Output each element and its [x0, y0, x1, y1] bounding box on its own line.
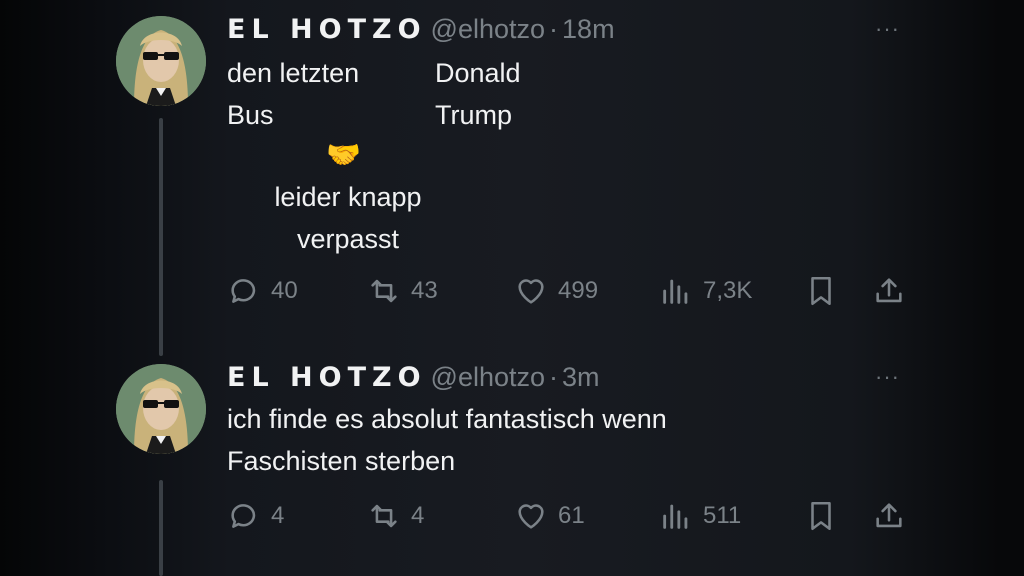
like-button[interactable]: 499	[514, 271, 598, 311]
separator-dot: ·	[549, 362, 559, 392]
meme-right-column: Donald Trump	[435, 52, 521, 136]
bookmark-button[interactable]	[804, 271, 838, 311]
author-handle[interactable]: @elhotzo	[431, 362, 545, 393]
author-name[interactable]: EL HOTZO	[227, 14, 427, 45]
reply-button[interactable]: 4	[227, 496, 284, 536]
reply-button[interactable]: 40	[227, 271, 298, 311]
author-name[interactable]: EL HOTZO	[227, 362, 427, 393]
caption-line: leider knapp	[274, 182, 422, 212]
tweet-text-line: ich finde es absolut fantastisch wenn	[227, 404, 667, 434]
view-count: 7,3K	[703, 277, 753, 304]
bar-chart-icon	[663, 504, 688, 529]
handshake-emoji-icon: 🤝	[326, 139, 361, 170]
thread-connector-line	[159, 118, 163, 356]
like-count: 61	[558, 502, 585, 529]
avatar[interactable]	[116, 364, 206, 454]
reply-count: 40	[271, 277, 298, 304]
share-button[interactable]	[872, 271, 906, 311]
share-button[interactable]	[872, 496, 906, 536]
view-count: 511	[703, 502, 742, 529]
tweet-header: EL HOTZO @elhotzo · 18m	[227, 14, 615, 45]
meme-text-line: den letzten	[227, 58, 360, 88]
tweet[interactable]: EL HOTZO @elhotzo · 18m ··· den letzten …	[100, 0, 930, 356]
bar-chart-icon	[663, 279, 688, 304]
bookmark-button[interactable]	[804, 496, 838, 536]
repost-button[interactable]: 4	[367, 496, 424, 536]
meme-text-line: Bus	[227, 100, 274, 130]
avatar[interactable]	[116, 16, 206, 106]
author-handle[interactable]: @elhotzo	[431, 14, 545, 45]
views-button[interactable]: 7,3K	[659, 271, 752, 311]
action-bar: 40 43 499 7,3K	[227, 271, 917, 311]
repost-count: 4	[411, 502, 425, 529]
tweet-text: ich finde es absolut fantastisch wenn Fa…	[227, 398, 667, 482]
repost-count: 43	[411, 277, 438, 304]
like-count: 499	[558, 277, 599, 304]
share-upload-icon	[876, 503, 902, 528]
thread-connector-line	[159, 480, 163, 576]
heart-icon	[518, 504, 544, 529]
timestamp[interactable]: 18m	[562, 14, 615, 45]
meme-text-line: Trump	[435, 100, 513, 130]
action-bar: 4 4 61 511	[227, 496, 917, 536]
views-button[interactable]: 511	[659, 496, 741, 536]
speech-bubble-icon	[231, 504, 256, 528]
tweet-text-line: Faschisten sterben	[227, 446, 456, 476]
heart-icon	[518, 279, 544, 304]
share-upload-icon	[876, 278, 902, 303]
ellipsis-icon[interactable]: ···	[875, 364, 900, 390]
thread-feed: EL HOTZO @elhotzo · 18m ··· den letzten …	[100, 0, 930, 576]
avatar-image	[116, 16, 206, 106]
tweet-header: EL HOTZO @elhotzo · 3m	[227, 362, 600, 393]
tweet[interactable]: EL HOTZO @elhotzo · 3m ··· ich finde es …	[100, 356, 930, 576]
repost-arrows-icon	[371, 279, 397, 303]
timestamp[interactable]: 3m	[562, 362, 600, 393]
avatar-image	[116, 364, 206, 454]
meme-left-column: den letzten Bus	[227, 52, 359, 136]
speech-bubble-icon	[231, 279, 256, 303]
like-button[interactable]: 61	[514, 496, 585, 536]
reply-count: 4	[271, 502, 285, 529]
ellipsis-icon[interactable]: ···	[875, 16, 900, 42]
repost-arrows-icon	[371, 504, 397, 528]
bookmark-icon	[811, 501, 831, 531]
meme-caption: leider knapp verpasst	[260, 176, 436, 260]
meme-text-line: Donald	[435, 58, 521, 88]
separator-dot: ·	[549, 14, 559, 44]
repost-button[interactable]: 43	[367, 271, 438, 311]
bookmark-icon	[811, 276, 831, 306]
caption-line: verpasst	[296, 224, 400, 254]
